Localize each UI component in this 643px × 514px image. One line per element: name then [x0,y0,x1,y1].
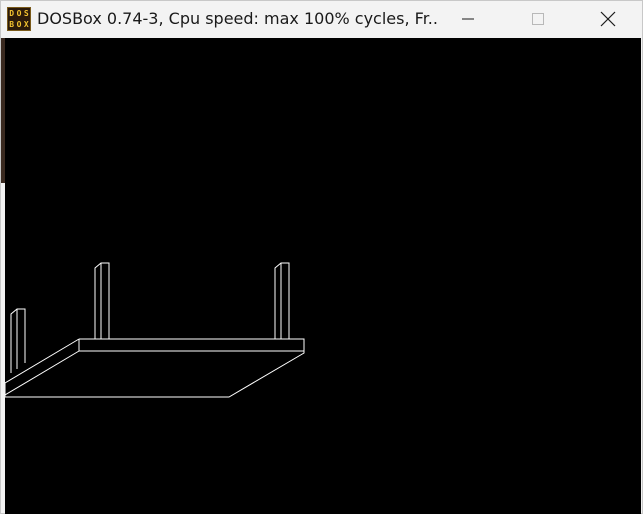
icon-letter: O [16,19,22,29]
minimize-icon [462,18,474,20]
close-icon [600,11,616,27]
table-leg [94,262,110,339]
dos-screen[interactable] [5,38,641,514]
icon-letter: O [16,8,22,18]
title-bar[interactable]: D O S B O X DOSBox 0.74-3, Cpu speed: ma… [1,1,642,37]
table-leg [274,262,290,339]
icon-letter: S [23,8,29,18]
icon-letter: X [23,19,29,29]
table-top-edge [5,350,80,396]
maximize-button[interactable] [503,1,573,37]
dosbox-window: D O S B O X DOSBox 0.74-3, Cpu speed: ma… [0,0,643,514]
icon-letter: B [9,19,15,29]
table-leg [10,308,26,373]
minimize-button[interactable] [433,1,503,37]
dosbox-icon[interactable]: D O S B O X [7,7,31,31]
window-title: DOSBox 0.74-3, Cpu speed: max 100% cycle… [37,9,437,28]
close-button[interactable] [573,1,643,37]
maximize-icon [532,13,544,25]
wireframe-table [5,262,305,398]
icon-letter: D [9,8,15,18]
